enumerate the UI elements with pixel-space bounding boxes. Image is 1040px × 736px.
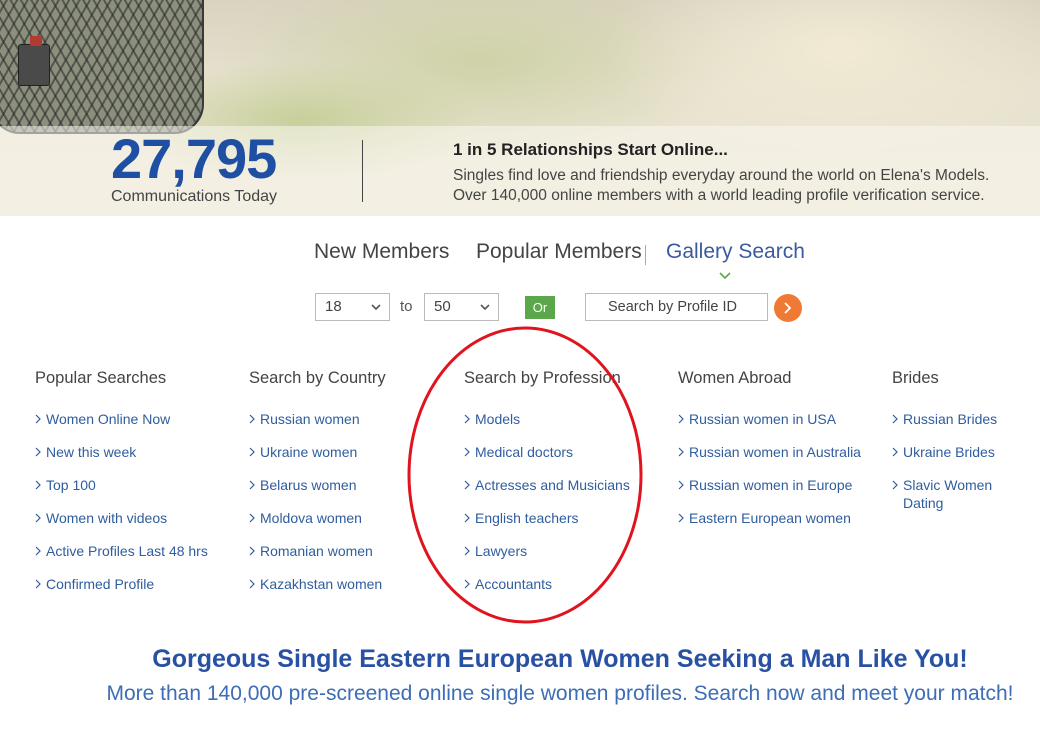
link-label: Kazakhstan women	[260, 576, 383, 592]
basket-plate	[18, 44, 50, 86]
column-title: Women Abroad	[678, 369, 792, 387]
chevron-right-icon	[678, 414, 684, 424]
bicycle-basket-image	[0, 0, 204, 134]
tab-separator	[645, 245, 646, 265]
link-label: Russian women in Australia	[689, 444, 861, 460]
chevron-right-icon	[35, 513, 41, 523]
link-label: Russian women in Europe	[689, 477, 853, 493]
link-label: Ukraine women	[260, 444, 358, 460]
chevron-right-icon	[249, 480, 255, 490]
search-go-button[interactable]	[774, 294, 802, 322]
list-item[interactable]: Russian Brides	[892, 410, 1032, 443]
chevron-down-icon	[480, 304, 490, 311]
chevron-right-icon	[249, 579, 255, 589]
chevron-right-icon	[678, 447, 684, 457]
hero-title: 1 in 5 Relationships Start Online...	[453, 140, 728, 159]
column-brides: Brides Russian Brides Ukraine Brides Sla…	[892, 368, 1032, 511]
link-label: Belarus women	[260, 477, 357, 493]
list-item[interactable]: New this week	[35, 443, 245, 476]
list-item[interactable]: Confirmed Profile	[35, 575, 245, 608]
list-item[interactable]: Russian women in USA	[678, 410, 888, 443]
chevron-right-icon	[678, 480, 684, 490]
or-badge: Or	[525, 296, 555, 319]
link-label: Slavic Women Dating	[903, 477, 993, 511]
link-label: Russian Brides	[903, 411, 998, 427]
chevron-right-icon	[249, 414, 255, 424]
list-item[interactable]: Slavic Women Dating	[892, 476, 1032, 511]
list-item[interactable]: Russian women in Australia	[678, 443, 888, 476]
list-item[interactable]: Top 100	[35, 476, 245, 509]
profile-id-input[interactable]: Search by Profile ID	[585, 293, 768, 321]
link-label: Active Profiles Last 48 hrs	[46, 543, 208, 559]
list-item[interactable]: Eastern European women	[678, 509, 888, 542]
chevron-right-icon	[35, 579, 41, 589]
column-popular-searches: Popular Searches Women Online Now New th…	[35, 368, 245, 608]
chevron-right-icon	[784, 302, 792, 314]
basket-reflector	[30, 36, 42, 46]
list-item[interactable]: Women Online Now	[35, 410, 245, 443]
to-label: to	[400, 298, 413, 315]
age-from-select[interactable]: 18	[315, 293, 390, 321]
chevron-right-icon	[35, 447, 41, 457]
chevron-right-icon	[249, 513, 255, 523]
chevron-right-icon	[892, 414, 898, 424]
link-label: Moldova women	[260, 510, 362, 526]
link-label: Russian women	[260, 411, 360, 427]
age-from-value: 18	[325, 298, 342, 315]
chevron-right-icon	[892, 447, 898, 457]
link-label: Romanian women	[260, 543, 373, 559]
list-item[interactable]: Women with videos	[35, 509, 245, 542]
link-label: New this week	[46, 444, 137, 460]
link-label: Top 100	[46, 477, 96, 493]
age-to-select[interactable]: 50	[424, 293, 499, 321]
column-title: Brides	[892, 369, 939, 387]
link-label: Eastern European women	[689, 510, 851, 526]
link-label: Ukraine Brides	[903, 444, 995, 460]
active-tab-indicator-icon	[719, 272, 731, 280]
stats-divider	[362, 140, 363, 202]
red-ellipse-highlight	[407, 326, 643, 624]
chevron-right-icon	[35, 480, 41, 490]
link-label: Russian women in USA	[689, 411, 837, 427]
chevron-right-icon	[35, 414, 41, 424]
chevron-right-icon	[249, 447, 255, 457]
link-label: Women Online Now	[46, 411, 171, 427]
chevron-right-icon	[678, 513, 684, 523]
tab-popular-members[interactable]: Popular Members	[476, 240, 642, 264]
tab-gallery-search[interactable]: Gallery Search	[666, 240, 805, 264]
column-women-abroad: Women Abroad Russian women in USA Russia…	[678, 368, 888, 542]
communications-count: 27,795	[111, 127, 277, 190]
chevron-right-icon	[892, 480, 898, 490]
tab-new-members[interactable]: New Members	[314, 240, 449, 264]
chevron-down-icon	[371, 304, 381, 311]
link-label: Women with videos	[46, 510, 168, 526]
list-item[interactable]: Active Profiles Last 48 hrs	[35, 542, 245, 575]
list-item[interactable]: Ukraine Brides	[892, 443, 1032, 476]
communications-label: Communications Today	[111, 188, 278, 205]
column-title: Popular Searches	[35, 369, 167, 387]
hero-description: Singles find love and friendship everyda…	[453, 167, 990, 204]
list-item[interactable]: Russian women in Europe	[678, 476, 888, 509]
promo-headline: Gorgeous Single Eastern European Women S…	[152, 645, 968, 673]
age-to-value: 50	[434, 298, 451, 315]
promo-subline: More than 140,000 pre-screened online si…	[106, 682, 1014, 705]
chevron-right-icon	[35, 546, 41, 556]
link-label: Confirmed Profile	[46, 576, 155, 592]
chevron-right-icon	[249, 546, 255, 556]
